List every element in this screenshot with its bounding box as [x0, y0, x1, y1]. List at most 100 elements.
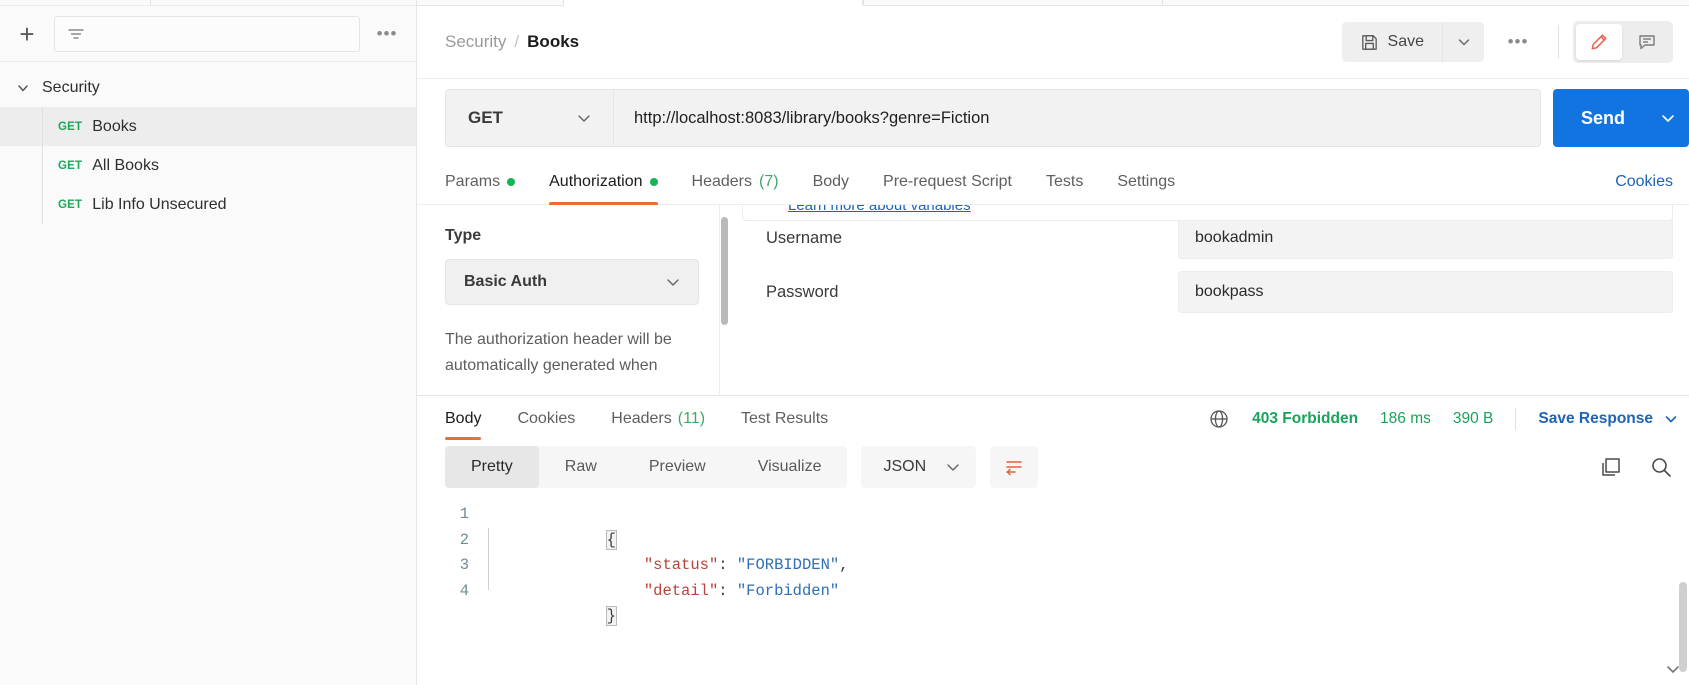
sidebar-item-books[interactable]: GET Books — [0, 107, 416, 146]
chevron-down-icon — [575, 109, 593, 127]
request-method-badge: GET — [58, 120, 83, 133]
format-preview[interactable]: Preview — [623, 446, 732, 488]
response-tools — [1599, 455, 1673, 479]
request-tab-strip — [417, 0, 1689, 6]
filter-icon — [65, 23, 87, 45]
response-meta: 403 Forbidden 186 ms 390 B Save Response — [1208, 408, 1689, 430]
tab-label: Body — [445, 410, 482, 427]
response-tab-headers[interactable]: Headers (11) — [593, 396, 723, 442]
username-input[interactable]: bookadmin — [1178, 217, 1673, 259]
sidebar-toolbar: + ••• — [0, 6, 416, 62]
send-button-group: Send — [1552, 89, 1689, 147]
breadcrumb-parent[interactable]: Security — [445, 32, 506, 52]
token-punct: , — [839, 556, 849, 574]
password-input[interactable]: bookpass — [1178, 271, 1673, 313]
token-brace-open: { — [605, 529, 617, 550]
token-punct: : — [718, 581, 737, 600]
tab-seam — [150, 0, 151, 6]
code-lines: { "status": "FORBIDDEN", "detail": "Forb… — [495, 502, 1689, 685]
open-tab-other[interactable] — [863, 0, 1163, 6]
response-tab-cookies[interactable]: Cookies — [499, 396, 593, 442]
url-bar: GET Send — [417, 79, 1689, 159]
response-panel: Body Cookies Headers (11) Test Results 4… — [417, 395, 1689, 685]
username-row: Username bookadmin — [744, 217, 1673, 259]
http-method-select[interactable]: GET — [446, 90, 614, 146]
tab-tests[interactable]: Tests — [1029, 159, 1100, 205]
word-wrap-button[interactable] — [990, 446, 1039, 488]
open-tab-books[interactable] — [563, 0, 863, 6]
tab-body[interactable]: Body — [796, 159, 866, 205]
tab-authorization[interactable]: Authorization — [532, 159, 674, 205]
auth-type-label: Type — [445, 227, 482, 244]
sidebar: + ••• Security GET Books GET All Books G… — [0, 0, 418, 685]
floppy-disk-icon — [1360, 33, 1379, 52]
code-fold-rail[interactable] — [483, 502, 495, 685]
password-row: Password bookpass — [744, 271, 1673, 313]
comment-mode-button[interactable] — [1624, 24, 1670, 60]
response-tab-body[interactable]: Body — [445, 396, 499, 442]
request-tabs: Params Authorization Headers (7) Body Pr… — [417, 159, 1689, 205]
sidebar-item-label: Books — [92, 117, 137, 135]
chevron-down-icon[interactable] — [1663, 659, 1683, 679]
status-dot — [649, 177, 658, 186]
globe-icon[interactable] — [1208, 408, 1230, 430]
plus-icon: + — [19, 18, 35, 49]
format-raw[interactable]: Raw — [539, 446, 623, 488]
view-toggle-group — [1573, 21, 1673, 63]
send-dropdown-button[interactable] — [1647, 89, 1689, 147]
status-dot — [507, 177, 516, 186]
tab-label: Test Results — [741, 410, 829, 427]
line-number: 4 — [459, 581, 469, 600]
tab-label: Tests — [1045, 172, 1084, 190]
save-button[interactable]: Save — [1341, 22, 1442, 62]
breadcrumb-current[interactable]: Books — [527, 32, 579, 52]
ellipsis-icon: ••• — [1507, 32, 1529, 51]
auth-type-select[interactable]: Basic Auth — [445, 259, 699, 305]
cookies-link[interactable]: Cookies — [1615, 173, 1689, 191]
sidebar-more-actions-button[interactable]: ••• — [370, 17, 404, 51]
ellipsis-icon: ••• — [376, 23, 398, 43]
copy-icon[interactable] — [1599, 455, 1623, 479]
tab-headers[interactable]: Headers (7) — [675, 159, 796, 205]
tab-label: Body — [812, 172, 850, 190]
tab-label: Headers — [691, 172, 752, 190]
search-icon[interactable] — [1649, 455, 1673, 479]
request-more-actions-button[interactable]: ••• — [1492, 22, 1544, 62]
tree-folder-label: Security — [42, 78, 100, 96]
response-body-viewer[interactable]: 1 2 3 4 { "status": "FORBIDDEN", "detail… — [417, 492, 1689, 685]
edit-mode-button[interactable] — [1576, 24, 1622, 60]
code-line: "status": "FORBIDDEN", — [495, 528, 1689, 574]
word-wrap-icon — [1003, 456, 1025, 478]
learn-more-link[interactable]: Learn more about variables — [788, 205, 971, 214]
response-language-select[interactable]: JSON — [861, 446, 977, 488]
http-method-value: GET — [468, 108, 503, 127]
tab-label: Cookies — [517, 410, 576, 427]
save-response-button[interactable]: Save Response — [1538, 410, 1679, 428]
comment-icon — [1637, 32, 1657, 52]
token-punct: : — [718, 556, 737, 574]
code-line: { — [495, 502, 1689, 550]
auth-type-value: Basic Auth — [464, 273, 547, 290]
tab-params[interactable]: Params — [445, 159, 532, 205]
filter-input[interactable] — [54, 15, 360, 52]
send-button[interactable]: Send — [1553, 89, 1647, 147]
chevron-down-icon — [1663, 411, 1679, 427]
main-panel: Security / Books Save ••• GET http://loc… — [417, 0, 1689, 685]
pencil-icon — [1589, 32, 1609, 52]
url-input[interactable] — [614, 90, 1540, 146]
sidebar-item-lib-info-unsecured[interactable]: GET Lib Info Unsecured — [0, 185, 416, 224]
tab-settings[interactable]: Settings — [1100, 159, 1192, 205]
tree-folder-security[interactable]: Security — [0, 68, 416, 107]
tab-label: Params — [445, 172, 501, 190]
tab-pre-request-script[interactable]: Pre-request Script — [866, 159, 1029, 205]
format-visualize[interactable]: Visualize — [732, 446, 848, 488]
sidebar-item-all-books[interactable]: GET All Books — [0, 146, 416, 185]
auth-description: The authorization header will be automat… — [445, 331, 672, 375]
response-tab-test-results[interactable]: Test Results — [723, 396, 846, 442]
sidebar-tab-strip — [0, 0, 418, 6]
format-pretty[interactable]: Pretty — [445, 446, 539, 488]
new-item-button[interactable]: + — [10, 17, 44, 51]
authorization-pane: Type Basic Auth The authorization header… — [417, 205, 1689, 395]
save-dropdown-button[interactable] — [1442, 22, 1484, 62]
